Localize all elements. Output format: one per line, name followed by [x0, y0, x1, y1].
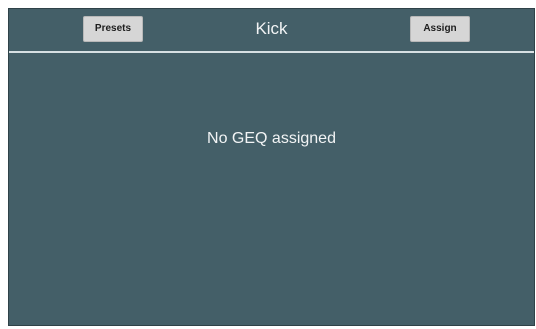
geq-panel: Presets Kick Assign No GEQ assigned [8, 8, 535, 326]
panel-header: Presets Kick Assign [9, 9, 534, 53]
empty-state-message: No GEQ assigned [207, 130, 336, 147]
assign-button[interactable]: Assign [410, 16, 470, 42]
